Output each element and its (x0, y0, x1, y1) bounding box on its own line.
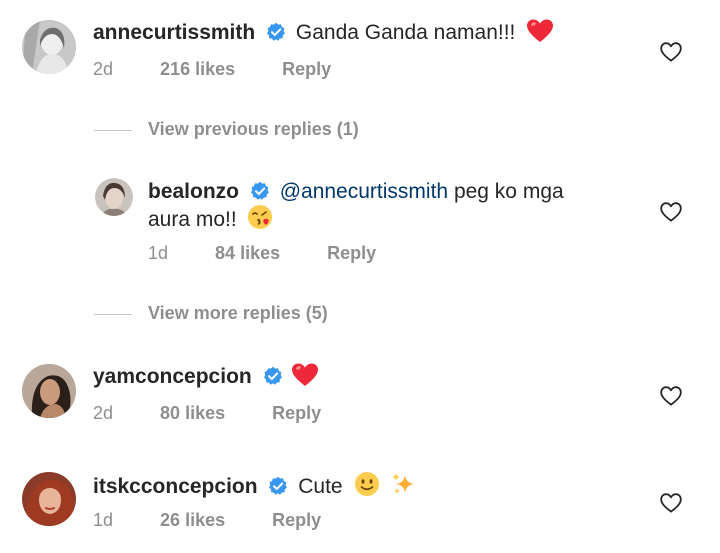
like-heart-icon[interactable] (660, 42, 682, 67)
comment-time: 2d (93, 59, 114, 79)
red-heart-emoji-icon (527, 19, 554, 51)
mention-link[interactable]: @annecurtissmith (280, 180, 448, 203)
view-previous-replies-link[interactable]: View previous replies (1) (94, 119, 359, 140)
username[interactable]: annecurtissmith (93, 21, 255, 44)
smiling-face-emoji-icon (354, 471, 380, 505)
verified-badge-icon (263, 366, 283, 394)
username[interactable]: itskcconcepcion (93, 475, 258, 498)
likes-count[interactable]: 84 likes (215, 243, 280, 263)
comment-text: Ganda Ganda naman!!! (295, 21, 516, 44)
avatar[interactable] (95, 178, 133, 216)
comment-time: 1d (148, 243, 169, 263)
avatar[interactable] (22, 20, 76, 74)
reply-button[interactable]: Reply (327, 243, 376, 263)
like-heart-icon[interactable] (660, 202, 682, 227)
avatar[interactable] (22, 472, 76, 526)
kissing-face-emoji-icon (247, 204, 273, 238)
comment-time: 1d (93, 510, 114, 530)
comment-time: 2d (93, 403, 114, 423)
red-heart-emoji-icon (292, 363, 319, 395)
view-more-replies-link[interactable]: View more replies (5) (94, 303, 328, 324)
comment-text-continued: aura mo!! (148, 208, 237, 231)
comment-text: peg ko mga (453, 180, 564, 203)
view-previous-label: View previous replies (1) (148, 119, 359, 139)
username[interactable]: bealonzo (148, 180, 239, 203)
reply-button[interactable]: Reply (272, 403, 321, 423)
reply-button[interactable]: Reply (272, 510, 321, 530)
like-heart-icon[interactable] (660, 386, 682, 411)
view-more-label: View more replies (5) (148, 303, 328, 323)
likes-count[interactable]: 80 likes (160, 403, 225, 423)
sparkles-emoji-icon (390, 471, 416, 505)
verified-badge-icon (266, 22, 286, 50)
reply-button[interactable]: Reply (282, 59, 331, 79)
verified-badge-icon (268, 476, 288, 504)
likes-count[interactable]: 26 likes (160, 510, 225, 530)
divider-line (94, 313, 132, 315)
likes-count[interactable]: 216 likes (160, 59, 235, 79)
username[interactable]: yamconcepcion (93, 365, 252, 388)
like-heart-icon[interactable] (660, 493, 682, 518)
divider-line (94, 129, 132, 131)
comment-text: Cute (298, 475, 343, 498)
avatar[interactable] (22, 364, 76, 418)
